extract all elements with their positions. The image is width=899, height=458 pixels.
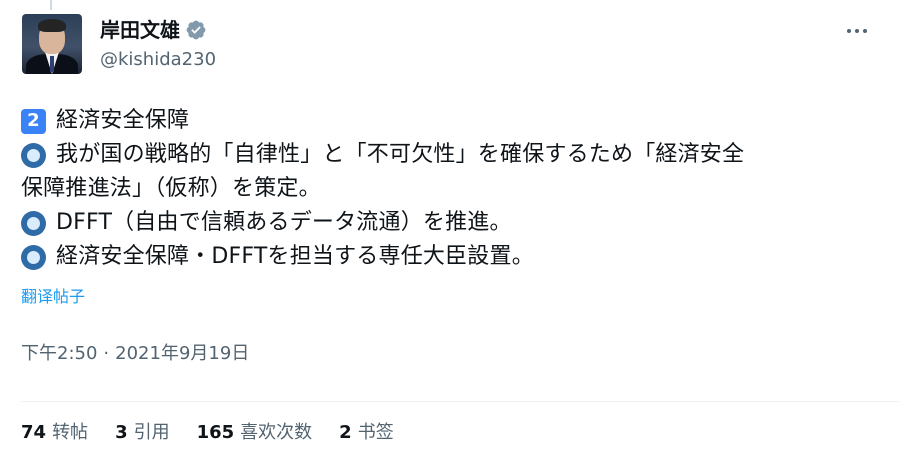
tweet-line-text: 経済安全保障・DFFTを担当する専任大臣設置。 bbox=[56, 244, 534, 269]
more-options-icon[interactable] bbox=[836, 16, 878, 46]
tweet-line: 経済安全保障・DFFTを担当する専任大臣設置。 bbox=[21, 240, 881, 274]
avatar-hair bbox=[38, 19, 66, 32]
engagement-stats: 74 转帖 3 引用 165 喜欢次数 2 书签 bbox=[21, 421, 394, 445]
tweet-line: DFFT（自由で信頼あるデータ流通）を推進。 bbox=[21, 206, 881, 240]
stat-bookmarks[interactable]: 2 书签 bbox=[339, 421, 394, 445]
tweet-time[interactable]: 下午2:50 bbox=[21, 341, 97, 367]
author-name-row[interactable]: 岸田文雄 bbox=[100, 16, 207, 44]
stat-label: 引用 bbox=[133, 422, 170, 443]
verified-badge-icon[interactable] bbox=[185, 19, 207, 41]
thread-connector-line bbox=[50, 0, 52, 10]
stat-count: 3 bbox=[115, 422, 128, 443]
more-dot bbox=[855, 29, 859, 33]
stat-label: 转帖 bbox=[52, 422, 89, 443]
tweet-line: 2 経済安全保障 bbox=[21, 104, 881, 138]
stat-count: 2 bbox=[339, 422, 352, 443]
stat-likes[interactable]: 165 喜欢次数 bbox=[197, 421, 313, 445]
stat-label: 书签 bbox=[357, 422, 394, 443]
tweet-date[interactable]: 2021年9月19日 bbox=[115, 341, 249, 367]
stat-retweets[interactable]: 74 转帖 bbox=[21, 421, 88, 445]
blue-circle-icon bbox=[21, 210, 46, 236]
tweet-line-text: 経済安全保障 bbox=[56, 108, 190, 133]
tweet-line-text: 保障推進法」（仮称）を策定。 bbox=[21, 176, 321, 201]
timestamp-separator: · bbox=[103, 343, 110, 364]
stat-count: 74 bbox=[21, 422, 47, 443]
author-handle[interactable]: @kishida230 bbox=[100, 47, 216, 73]
keycap-2-icon: 2 bbox=[21, 108, 46, 134]
tweet-line-text: DFFT（自由で信頼あるデータ流通）を推進。 bbox=[56, 210, 512, 235]
tweet-line: 我が国の戦略的「自律性」と「不可欠性」を確保するため「経済安全 bbox=[21, 138, 881, 172]
tweet-timestamp[interactable]: 下午2:50 · 2021年9月19日 bbox=[21, 341, 249, 367]
author-display-name[interactable]: 岸田文雄 bbox=[100, 16, 180, 44]
stat-label: 喜欢次数 bbox=[240, 422, 313, 443]
more-dot bbox=[863, 29, 867, 33]
stat-count: 165 bbox=[196, 422, 235, 443]
tweet-text: 2 経済安全保障 我が国の戦略的「自律性」と「不可欠性」を確保するため「経済安全… bbox=[21, 104, 881, 274]
tweet-line: 保障推進法」（仮称）を策定。 bbox=[21, 172, 881, 206]
avatar[interactable] bbox=[22, 14, 82, 74]
stat-quotes[interactable]: 3 引用 bbox=[115, 421, 170, 445]
divider bbox=[21, 401, 899, 402]
tweet-line-text: 我が国の戦略的「自律性」と「不可欠性」を確保するため「経済安全 bbox=[56, 142, 745, 167]
avatar-tie bbox=[50, 56, 54, 72]
blue-circle-icon bbox=[21, 244, 46, 270]
blue-circle-icon bbox=[21, 142, 46, 168]
translate-post-link[interactable]: 翻译帖子 bbox=[21, 286, 85, 308]
more-dot bbox=[847, 29, 851, 33]
